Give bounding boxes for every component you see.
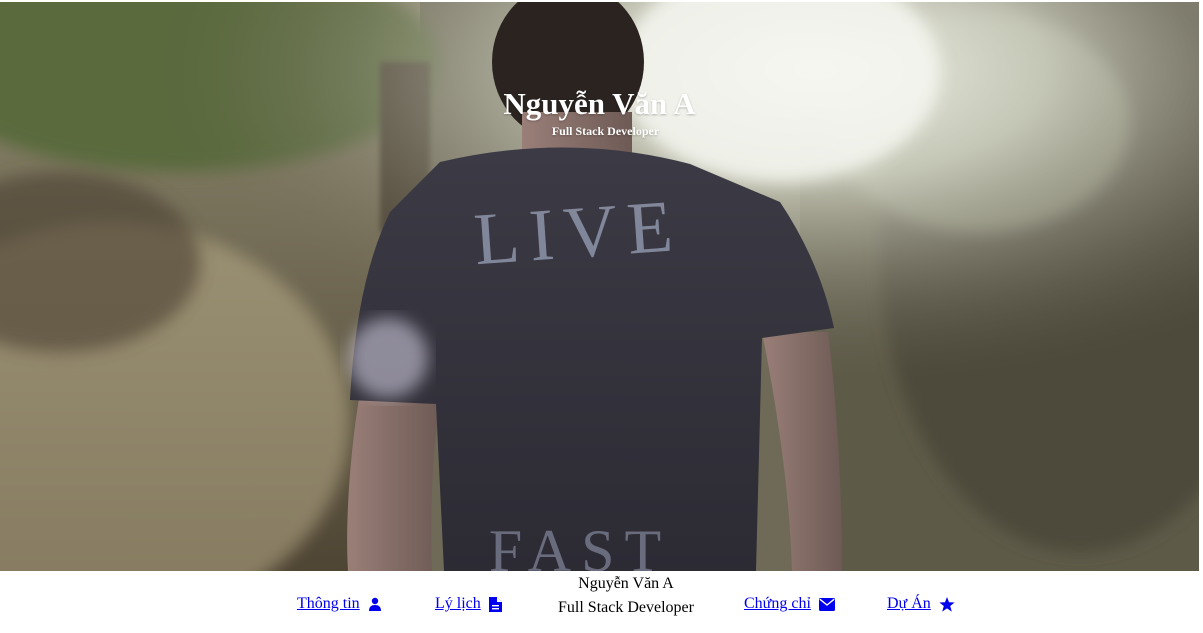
nav-link-label: Chứng chỉ: [744, 595, 811, 612]
nav-link-ly-lich[interactable]: Lý lịch: [435, 595, 502, 613]
hero-banner: LIVE FAST Nguyễn Văn A Full Stack Develo…: [0, 2, 1199, 571]
nav-brand: Nguyễn Văn A Full Stack Developer: [526, 575, 726, 617]
nav-link-thong-tin[interactable]: Thông tin: [297, 595, 382, 613]
user-icon: [368, 597, 381, 611]
nav-link-du-an[interactable]: Dự Án: [887, 595, 955, 613]
star-icon: [939, 596, 955, 612]
hero-name: Nguyễn Văn A: [503, 86, 696, 121]
nav-link-chung-chi[interactable]: Chứng chỉ: [744, 595, 835, 613]
nav-link-label: Dự Án: [887, 595, 931, 612]
hero-role: Full Stack Developer: [551, 124, 660, 138]
svg-text:LIVE: LIVE: [471, 185, 685, 281]
main-nav: Thông tin Lý lịch Nguyễn Văn A Full Stac…: [0, 571, 1203, 633]
envelope-icon: [818, 597, 835, 611]
nav-brand-role: Full Stack Developer: [558, 599, 694, 616]
nav-link-label: Thông tin: [297, 595, 360, 612]
file-icon: [488, 596, 502, 612]
nav-link-label: Lý lịch: [435, 595, 481, 612]
page: LIVE FAST Nguyễn Văn A Full Stack Develo…: [0, 0, 1203, 633]
nav-brand-name: Nguyễn Văn A: [578, 575, 674, 592]
svg-text:FAST: FAST: [489, 518, 671, 571]
